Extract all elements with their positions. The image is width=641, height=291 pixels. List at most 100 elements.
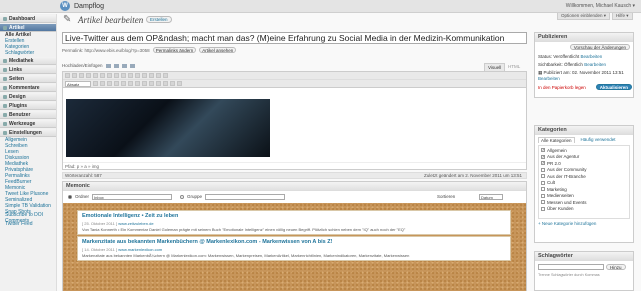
insert-media-icon[interactable] [135,81,140,86]
tab-visual[interactable]: Visuell [484,63,506,71]
paste-word-icon[interactable] [121,81,126,86]
link-icon[interactable] [128,73,133,78]
tab-most-used[interactable]: Häufig verwendet [579,137,618,143]
text-color-icon[interactable] [107,81,112,86]
memonic-title[interactable]: Memonic [63,182,526,191]
categories-title[interactable]: Kategorien [535,126,633,135]
move-to-trash-link[interactable]: In den Papierkorb legen [538,85,586,90]
sidebar-menu-einstellungen[interactable]: Einstellungen [0,129,56,137]
sidebar-menu-plugins[interactable]: Plugins [0,102,56,110]
site-name[interactable]: Dampflog [74,3,104,10]
change-permalinks-button[interactable]: Permalinks ändern [152,47,197,53]
view-post-button[interactable]: Artikel ansehen [199,47,237,53]
undo-icon[interactable] [163,81,168,86]
tab-all-categories[interactable]: Alle Kategorien [538,137,575,143]
category-item[interactable]: Über Kunden [541,206,627,213]
add-new-button[interactable]: Erstellen [146,16,172,23]
help-icon[interactable] [177,81,182,86]
update-button[interactable]: Aktualisieren [595,84,632,90]
sidebar-menu-seiten[interactable]: Seiten [0,75,56,83]
align-center-icon[interactable] [114,73,119,78]
format-select[interactable]: Absatz [65,80,91,87]
more-icon[interactable] [142,73,147,78]
edit-visibility-link[interactable]: Bearbeiten [584,62,606,67]
align-right-icon[interactable] [121,73,126,78]
category-checkbox[interactable] [541,180,545,185]
memo-note[interactable]: Markenzitate aus bekannten Markenbüchern… [77,236,511,261]
folder-select[interactable]: Inbox [92,193,173,200]
help-button[interactable]: Hilfe ▾ [612,13,633,20]
note-url[interactable]: www.markenlexikon.com [118,247,162,252]
edit-status-link[interactable]: Bearbeiten [580,54,602,59]
preview-changes-button[interactable]: Vorschau der Änderungen [569,44,630,50]
add-category-link[interactable]: + Neue Kategorie hinzufügen [538,221,596,226]
sidebar-item-schlagwörter[interactable]: Schlagwörter [0,50,56,56]
indent-icon[interactable] [156,81,161,86]
sidebar-menu-dashboard[interactable]: Dashboard [0,15,56,23]
add-tag-button[interactable]: Hinzu [606,264,626,270]
underline-icon[interactable] [93,81,98,86]
outdent-icon[interactable] [149,81,154,86]
category-checkbox[interactable] [541,200,545,205]
sort-select[interactable]: Datum [479,193,503,200]
unlink-icon[interactable] [135,73,140,78]
category-checkbox[interactable]: ✓ [541,161,545,166]
paste-text-icon[interactable] [114,81,119,86]
permalink-row: Permalink: http://www.ebis.eu/blog/?p=30… [62,47,237,53]
bold-icon[interactable] [65,73,70,78]
remove-format-icon[interactable] [128,81,133,86]
post-title-input[interactable]: Live-Twitter aus dem OP&ndash; macht man… [62,32,527,44]
user-greeting[interactable]: Willkommen, Michael Kausch ▾ [566,3,635,9]
category-checkbox[interactable] [541,206,545,211]
publish-title[interactable]: Publizieren [535,33,633,42]
sidebar-menu-design[interactable]: Design [0,93,56,101]
tags-title[interactable]: Schlagwörter [535,252,633,261]
sidebar-menu-artikel[interactable]: Artikel [0,24,56,32]
category-checkbox[interactable] [541,167,545,172]
sidebar-menu-werkzeuge[interactable]: Werkzeuge [0,120,56,128]
edit-date-link[interactable]: Bearbeiten [538,76,560,81]
sidebar-menu-kommentare[interactable]: Kommentare [0,84,56,92]
add-audio-icon[interactable] [121,63,127,68]
kitchen-sink-icon[interactable] [163,73,168,78]
fullscreen-icon[interactable] [156,73,161,78]
category-checkbox[interactable]: ✓ [541,148,545,153]
note-url[interactable]: www.zeitzuleben.de [118,221,153,226]
category-checkbox[interactable] [541,193,545,198]
sidebar-menu-benutzer[interactable]: Benutzer [0,111,56,119]
post-editor[interactable]: Absatz Pfad: p » a » img [62,71,527,170]
note-title[interactable]: Markenzitate aus bekannten Markenbüchern… [82,239,506,245]
justify-icon[interactable] [100,81,105,86]
category-checkbox[interactable] [541,187,545,192]
spellcheck-icon[interactable] [149,73,154,78]
numbered-list-icon[interactable] [93,73,98,78]
folder-radio[interactable] [68,194,72,199]
memo-note[interactable]: Emotionale Intelligenz • Zeit zu leben [… [77,210,511,235]
tag-input[interactable] [538,264,604,270]
sidebar-menu-links[interactable]: Links [0,66,56,74]
group-select[interactable] [205,193,286,200]
bullet-list-icon[interactable] [86,73,91,78]
group-radio[interactable] [180,194,185,199]
tab-html[interactable]: HTML [505,63,523,71]
add-image-icon[interactable] [105,63,111,68]
sidebar-label: Design [9,93,26,100]
add-media-icon[interactable] [129,63,135,68]
category-checkbox[interactable] [541,174,545,179]
seiten-icon [3,76,7,81]
post-image[interactable] [66,99,270,157]
add-video-icon[interactable] [113,63,119,68]
category-checkbox[interactable]: ✓ [541,154,545,159]
screen-options-button[interactable]: Optionen einblenden ▾ [557,13,611,20]
redo-icon[interactable] [170,81,175,86]
strikethrough-icon[interactable] [79,73,84,78]
links-icon [3,67,7,72]
special-char-icon[interactable] [142,81,147,86]
italic-icon[interactable] [72,73,77,78]
align-left-icon[interactable] [107,73,112,78]
blockquote-icon[interactable] [100,73,105,78]
note-title[interactable]: Emotionale Intelligenz • Zeit zu leben [82,213,506,219]
sidebar-menu-mediathek[interactable]: Mediathek [0,57,56,65]
category-checklist: ✓ Allgemein ✓ Aus der Agentur ✓ PR 2.0 Aus der… [538,145,630,219]
permalink-text[interactable]: Permalink: http://www.ebis.eu/blog/?p=30… [62,48,150,53]
